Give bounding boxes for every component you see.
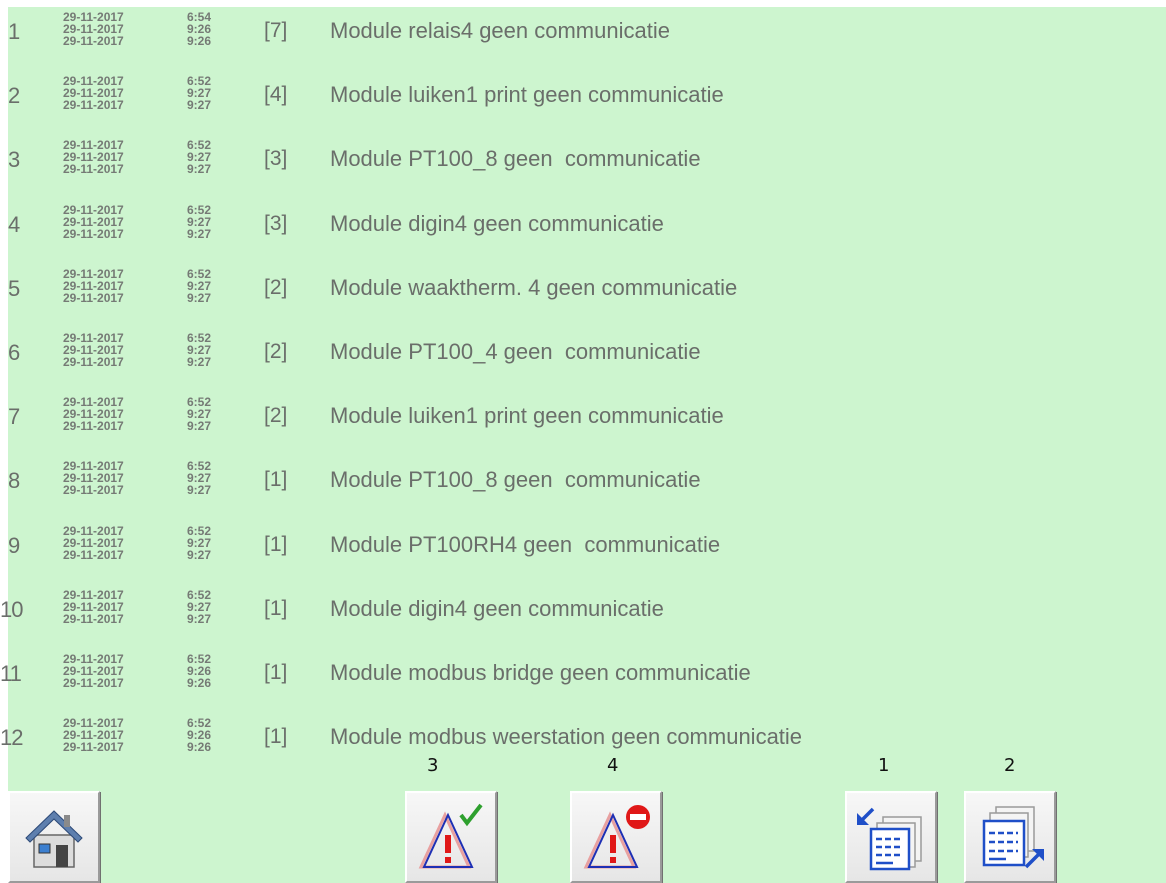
timestamp-date: 29-11-2017 bbox=[63, 355, 124, 369]
timestamp-time: 9:27 bbox=[187, 98, 212, 113]
alarm-row[interactable]: 1 29-11-2017 6:54 29-11-2017 9:26 29-11-2017 9… bbox=[8, 7, 1166, 71]
alarm-message: Module PT100_4 geen communicatie bbox=[330, 339, 701, 364]
alarm-index: 6 bbox=[8, 340, 20, 365]
timestamp-time: 9:27 bbox=[187, 226, 212, 241]
alarm-count: [1] bbox=[264, 532, 288, 556]
alarm-row[interactable]: 2 29-11-2017 6:52 29-11-2017 9:27 29-11-2017 9… bbox=[8, 71, 1166, 135]
alarm-index: 5 bbox=[8, 275, 20, 301]
timestamp-time: 9:27 bbox=[187, 483, 212, 498]
alarm-row[interactable]: 9 29-11-2017 6:52 29-11-2017 9:27 29-11-2017 9… bbox=[8, 521, 1166, 585]
timestamp-date: 29-11-2017 bbox=[63, 740, 124, 755]
alarm-timestamp: 29-11-2017 9:27 bbox=[63, 226, 243, 241]
alarm-message: Module digin4 geen communicatie bbox=[330, 210, 664, 236]
alarm-count: [2] bbox=[264, 275, 288, 299]
alarm-row[interactable]: 7 29-11-2017 6:52 29-11-2017 9:27 29-11-2017 9… bbox=[8, 392, 1166, 456]
alarm-count: [1] bbox=[264, 725, 288, 749]
alarm-timestamp: 29-11-2017 9:27 bbox=[63, 99, 243, 112]
timestamp-time: 9:27 bbox=[187, 162, 212, 177]
reset-alarms-button[interactable] bbox=[570, 791, 662, 883]
timestamp-time: 9:26 bbox=[187, 676, 212, 690]
alarm-row[interactable]: 12 29-11-2017 6:52 29-11-2017 9:26 29-11-2017… bbox=[0, 713, 1166, 777]
page-back-button[interactable] bbox=[845, 791, 937, 883]
alarm-index: 12 bbox=[0, 725, 23, 751]
timestamp-date: 29-11-2017 bbox=[63, 226, 124, 241]
page-forward-button[interactable] bbox=[964, 791, 1056, 883]
timestamp-time: 9:27 bbox=[187, 419, 212, 434]
alarm-count: [1] bbox=[264, 468, 288, 492]
alarm-message: Module PT100RH4 geen communicatie bbox=[330, 531, 721, 557]
alarm-message: Module modbus weerstation geen communica… bbox=[330, 724, 803, 750]
alarm-count: [4] bbox=[264, 83, 288, 107]
alarm-timestamp: 29-11-2017 9:26 bbox=[63, 35, 243, 48]
timestamp-date: 29-11-2017 bbox=[63, 162, 124, 177]
alarm-row[interactable]: 8 29-11-2017 6:52 29-11-2017 9:27 29-11-2017 9… bbox=[8, 456, 1166, 520]
alarm-count: [1] bbox=[264, 661, 288, 684]
timestamp-date: 29-11-2017 bbox=[63, 676, 124, 690]
alarm-timestamp: 29-11-2017 9:26 bbox=[63, 741, 243, 754]
acknowledge-alarms-button[interactable] bbox=[405, 791, 497, 883]
alarm-row[interactable]: 4 29-11-2017 6:52 29-11-2017 9:27 29-11-2017 9… bbox=[8, 200, 1166, 264]
alarm-count: [2] bbox=[264, 404, 288, 428]
timestamp-time: 9:27 bbox=[187, 355, 212, 369]
alarm-timestamp: 29-11-2017 9:27 bbox=[63, 484, 243, 497]
timestamp-date: 29-11-2017 bbox=[63, 34, 124, 48]
warning-check-icon bbox=[418, 803, 483, 869]
alarm-message: Module waaktherm. 4 geen communicatie bbox=[330, 274, 738, 300]
alarm-timestamp: 29-11-2017 9:27 bbox=[63, 611, 243, 626]
alarm-index: 9 bbox=[8, 532, 20, 558]
page-back-shortcut-number: 1 bbox=[878, 755, 890, 776]
timestamp-time: 9:27 bbox=[187, 547, 212, 562]
alarm-index: 10 bbox=[0, 596, 23, 622]
alarm-count: [3] bbox=[264, 211, 288, 235]
alarm-row[interactable]: 5 29-11-2017 6:52 29-11-2017 9:27 29-11-2017 9… bbox=[8, 264, 1166, 328]
timestamp-time: 9:26 bbox=[187, 34, 212, 48]
alarm-message: Module PT100_8 geen communicatie bbox=[330, 467, 701, 493]
alarm-screen: 1 29-11-2017 6:54 29-11-2017 9:26 29-11-2017 9… bbox=[0, 7, 1166, 883]
alarm-timestamp: 29-11-2017 9:27 bbox=[63, 420, 243, 433]
alarm-timestamp: 29-11-2017 9:27 bbox=[63, 290, 243, 305]
alarm-index: 11 bbox=[0, 661, 22, 686]
alarm-message: Module digin4 geen communicatie bbox=[330, 595, 664, 621]
home-button[interactable] bbox=[8, 791, 100, 883]
alarm-row[interactable]: 6 29-11-2017 6:52 29-11-2017 9:27 29-11-2017 9… bbox=[8, 328, 1166, 392]
timestamp-date: 29-11-2017 bbox=[63, 290, 124, 305]
timestamp-time: 9:26 bbox=[187, 740, 212, 755]
alarm-timestamp: 29-11-2017 9:27 bbox=[63, 356, 243, 369]
alarm-count: [1] bbox=[264, 596, 288, 620]
alarm-message: Module relais4 geen communicatie bbox=[330, 18, 670, 43]
timestamp-date: 29-11-2017 bbox=[63, 611, 124, 626]
alarm-row[interactable]: 11 29-11-2017 6:52 29-11-2017 9:26 29-11-2017… bbox=[0, 649, 1166, 713]
timestamp-date: 29-11-2017 bbox=[63, 98, 124, 113]
page-forward-shortcut-number: 2 bbox=[1004, 755, 1016, 776]
alarm-count: [3] bbox=[264, 147, 288, 171]
alarm-count: [2] bbox=[264, 340, 288, 363]
acknowledge-shortcut-number: 3 bbox=[427, 755, 439, 776]
alarm-index: 2 bbox=[8, 83, 20, 109]
alarm-index: 4 bbox=[8, 211, 20, 237]
alarm-timestamp: 29-11-2017 9:27 bbox=[63, 163, 243, 176]
timestamp-time: 9:27 bbox=[187, 290, 212, 305]
alarm-message: Module PT100_8 geen communicatie bbox=[330, 146, 701, 172]
alarm-timestamp: 29-11-2017 9:27 bbox=[63, 547, 243, 562]
alarm-message: Module modbus bridge geen communicatie bbox=[330, 660, 751, 685]
timestamp-time: 9:27 bbox=[187, 611, 212, 626]
alarm-index: 8 bbox=[8, 468, 20, 494]
alarm-row[interactable]: 3 29-11-2017 6:52 29-11-2017 9:27 29-11-2017 9… bbox=[8, 135, 1166, 199]
timestamp-date: 29-11-2017 bbox=[63, 547, 124, 562]
alarm-row[interactable]: 10 29-11-2017 6:52 29-11-2017 9:27 29-11-2017… bbox=[0, 585, 1166, 649]
alarm-message: Module luiken1 print geen communicatie bbox=[330, 82, 724, 108]
warning-stop-icon bbox=[583, 805, 650, 869]
alarm-index: 7 bbox=[8, 404, 20, 430]
alarm-message: Module luiken1 print geen communicatie bbox=[330, 403, 724, 429]
page-arrow-out-icon bbox=[982, 806, 1044, 869]
alarm-index: 1 bbox=[8, 19, 20, 44]
page-arrow-in-icon bbox=[857, 807, 922, 871]
alarm-timestamp: 29-11-2017 9:26 bbox=[63, 677, 243, 690]
alarm-count: [7] bbox=[264, 19, 288, 42]
reset-shortcut-number: 4 bbox=[607, 755, 619, 776]
house-icon bbox=[25, 810, 83, 868]
timestamp-date: 29-11-2017 bbox=[63, 483, 124, 498]
alarm-index: 3 bbox=[8, 147, 20, 173]
timestamp-date: 29-11-2017 bbox=[63, 419, 124, 434]
